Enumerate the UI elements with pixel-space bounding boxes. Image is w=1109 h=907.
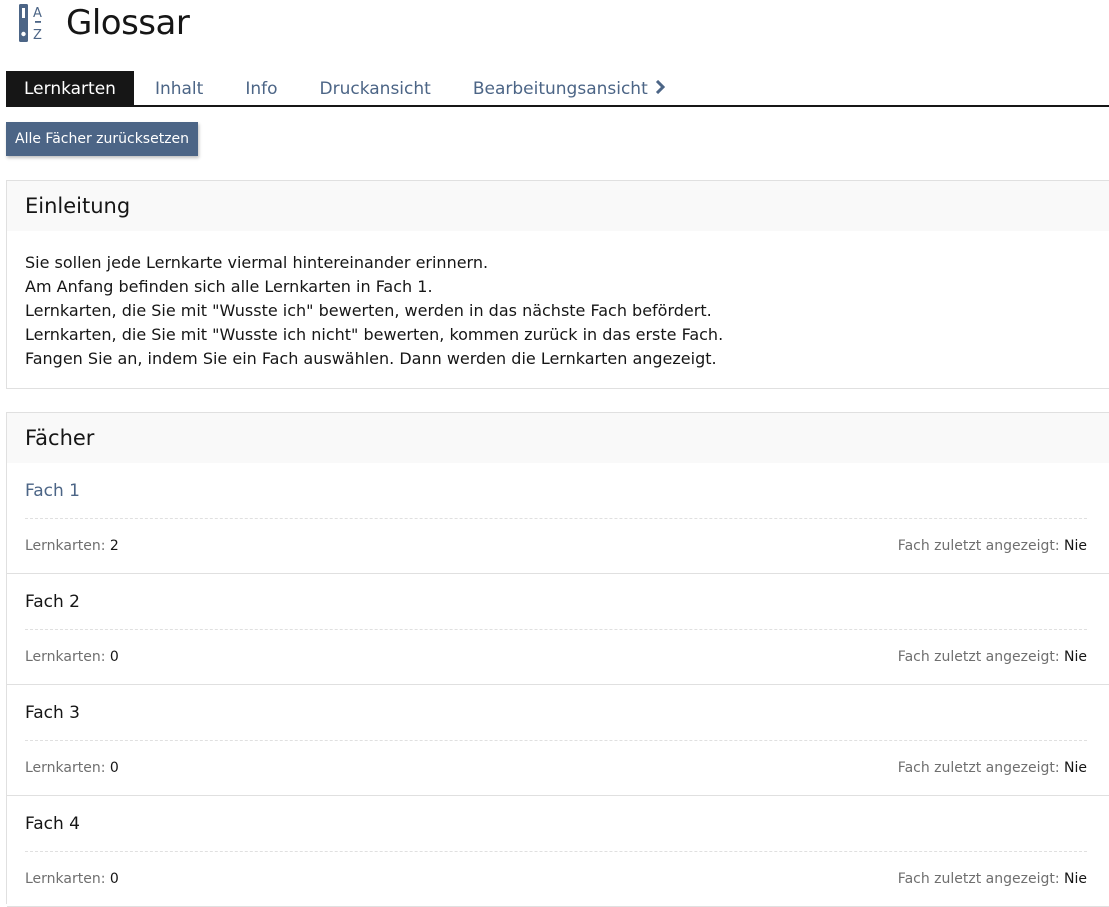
reset-all-button[interactable]: Alle Fächer zurücksetzen (6, 122, 199, 156)
intro-text: Sie sollen jede Lernkarte viermal hinter… (7, 231, 1109, 371)
fach-4-title: Fach 4 (25, 796, 1087, 852)
fach-meta: Lernkarten: 0 Fach zuletzt angezeigt: Ni… (7, 741, 1109, 795)
last-shown: Fach zuletzt angezeigt: Nie (898, 871, 1087, 887)
glossary-az-icon: A Z (18, 2, 48, 44)
intro-line: Lernkarten, die Sie mit "Wusste ich nich… (25, 325, 724, 344)
tab-lernkarten[interactable]: Lernkarten (6, 71, 134, 107)
fach-2-title: Fach 2 (25, 574, 1087, 630)
svg-text:A: A (33, 6, 42, 21)
card-count-value: 2 (109, 538, 119, 554)
page-header: A Z Glossar (18, 0, 190, 46)
card-count-value: 0 (109, 871, 119, 887)
fach-meta: Lernkarten: 0 Fach zuletzt angezeigt: Ni… (7, 630, 1109, 684)
last-shown: Fach zuletzt angezeigt: Nie (898, 649, 1087, 665)
card-count-label: Lernkarten: (25, 760, 106, 776)
last-shown-value: Nie (1064, 538, 1087, 554)
card-count: Lernkarten: 2 (25, 538, 119, 554)
fach-item: Fach 2 Lernkarten: 0 Fach zuletzt angeze… (7, 574, 1109, 685)
card-count-value: 0 (109, 760, 119, 776)
intro-panel: Einleitung Sie sollen jede Lernkarte vie… (6, 180, 1109, 389)
last-shown-value: Nie (1064, 649, 1087, 665)
card-count-label: Lernkarten: (25, 649, 106, 665)
fach-meta: Lernkarten: 0 Fach zuletzt angezeigt: Ni… (7, 852, 1109, 906)
last-shown-label: Fach zuletzt angezeigt: (897, 649, 1060, 665)
tab-bearbeitungsansicht-label: Bearbeitungsansicht (472, 79, 648, 99)
card-count-value: 0 (109, 649, 119, 665)
page-title: Glossar (66, 3, 190, 43)
intro-line: Sie sollen jede Lernkarte viermal hinter… (25, 253, 489, 272)
last-shown-value: Nie (1064, 871, 1087, 887)
intro-line: Fangen Sie an, indem Sie ein Fach auswäh… (25, 349, 717, 368)
intro-line: Lernkarten, die Sie mit "Wusste ich" bew… (25, 301, 712, 320)
intro-line: Am Anfang befinden sich alle Lernkarten … (25, 277, 433, 296)
fach-item: Fach 1 Lernkarten: 2 Fach zuletzt angeze… (7, 463, 1109, 574)
last-shown: Fach zuletzt angezeigt: Nie (898, 760, 1087, 776)
card-count-label: Lernkarten: (25, 538, 106, 554)
last-shown-label: Fach zuletzt angezeigt: (897, 760, 1060, 776)
intro-heading: Einleitung (7, 181, 1109, 231)
tab-druckansicht[interactable]: Druckansicht (299, 71, 452, 107)
fach-item: Fach 4 Lernkarten: 0 Fach zuletzt angeze… (7, 796, 1109, 907)
tab-bar: Lernkarten Inhalt Info Druckansicht Bear… (6, 71, 1109, 107)
fach-meta: Lernkarten: 2 Fach zuletzt angezeigt: Ni… (7, 519, 1109, 573)
card-count-label: Lernkarten: (25, 871, 106, 887)
last-shown-label: Fach zuletzt angezeigt: (897, 538, 1060, 554)
last-shown-label: Fach zuletzt angezeigt: (897, 871, 1060, 887)
tab-bearbeitungsansicht[interactable]: Bearbeitungsansicht (452, 71, 686, 107)
tab-inhalt[interactable]: Inhalt (134, 71, 224, 107)
svg-text:Z: Z (33, 28, 42, 43)
faecher-panel: Fächer Fach 1 Lernkarten: 2 Fach zuletzt… (6, 412, 1109, 907)
faecher-heading: Fächer (7, 413, 1109, 463)
last-shown: Fach zuletzt angezeigt: Nie (898, 538, 1087, 554)
card-count: Lernkarten: 0 (25, 649, 119, 665)
fach-item: Fach 3 Lernkarten: 0 Fach zuletzt angeze… (7, 685, 1109, 796)
fach-3-title: Fach 3 (25, 685, 1087, 741)
card-count: Lernkarten: 0 (25, 760, 119, 776)
card-count: Lernkarten: 0 (25, 871, 119, 887)
chevron-right-icon (655, 70, 665, 108)
fach-1-link[interactable]: Fach 1 (25, 463, 1087, 519)
tab-info[interactable]: Info (224, 71, 298, 107)
last-shown-value: Nie (1064, 760, 1087, 776)
